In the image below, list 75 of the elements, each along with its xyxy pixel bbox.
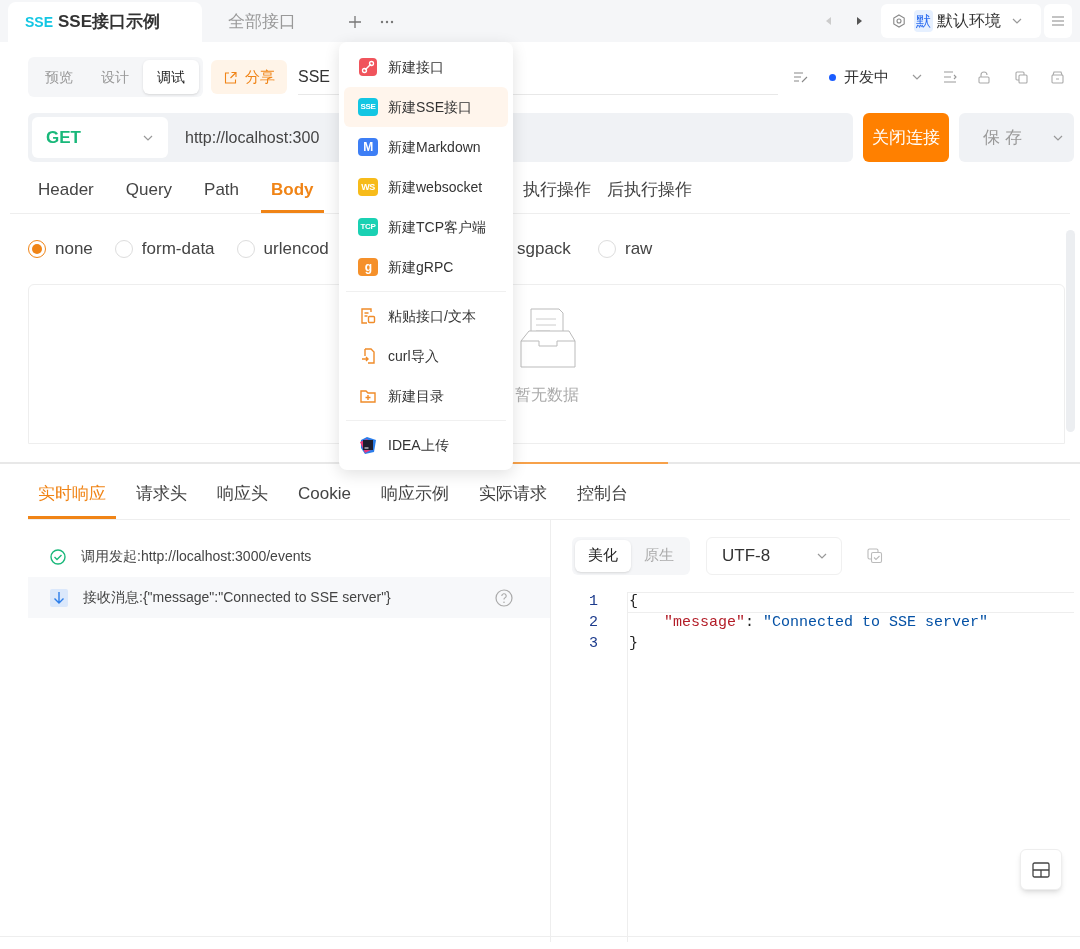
empty-state-text: 暂无数据 (514, 385, 579, 405)
badge-icon: g (358, 258, 378, 276)
line-number: 1 (588, 592, 598, 613)
clipboard-icon (359, 307, 377, 325)
badge-icon: M (358, 138, 378, 156)
copy-icon[interactable] (867, 547, 883, 564)
menu-icon (1052, 16, 1064, 26)
body-type-radio[interactable]: none (28, 236, 93, 262)
tab-title: 全部接口 (228, 11, 296, 34)
environment-badge: 默 (914, 9, 933, 33)
body-type-option[interactable]: sgpack (517, 236, 571, 262)
environment-name: 默认环境 (937, 11, 1001, 31)
sse-label: SSE (25, 12, 53, 32)
code-line: } (629, 634, 638, 655)
menu-item[interactable]: M 新建Markdown (344, 127, 508, 167)
right-arrow-icon[interactable] (855, 16, 863, 26)
menu-item[interactable]: WS 新建websocket (344, 167, 508, 207)
code-line: "message": "Connected to SSE server" (663, 613, 989, 634)
menu-item[interactable]: g 新建gRPC (344, 247, 508, 287)
status-dot-icon (829, 73, 836, 81)
response-tab[interactable]: 实际请求 (468, 468, 557, 519)
menu-item[interactable]: SSE 新建SSE接口 (344, 87, 508, 127)
edit-icon[interactable] (793, 71, 809, 83)
environment-select[interactable]: 默 默认环境 (881, 4, 1041, 38)
lock-icon[interactable] (978, 70, 990, 84)
layout-button[interactable] (1020, 849, 1062, 890)
request-tab[interactable]: Path (204, 166, 240, 213)
response-tab[interactable]: 响应头 (207, 468, 278, 519)
indent-icon[interactable] (943, 71, 957, 83)
badge-icon: WS (358, 178, 378, 196)
badge-icon: TCP (358, 218, 378, 236)
empty-inbox-icon (518, 307, 577, 369)
mode-tab[interactable]: 调试 (143, 60, 199, 94)
log-entry[interactable]: 接收消息:{"message":"Connected to SSE server"} (28, 577, 550, 618)
left-arrow-icon[interactable] (825, 16, 833, 26)
body-type-radio[interactable]: form-data (114, 236, 215, 262)
line-number: 2 (588, 613, 598, 634)
file-tab[interactable]: SSE SSE接口示例 (8, 2, 202, 42)
help-icon (495, 588, 513, 607)
body-type-radio[interactable]: raw (598, 236, 653, 262)
status-select[interactable]: 开发中 (829, 65, 923, 89)
tab-title: SSE接口示例 (58, 11, 161, 34)
menu-item[interactable]: TCP 新建TCP客户端 (344, 207, 508, 247)
layout-icon (1032, 861, 1050, 878)
settings-icon (892, 14, 906, 28)
menu-item[interactable]: IDEA上传 (344, 425, 508, 465)
body-type-radio[interactable]: urlencod (236, 236, 329, 262)
menu-item[interactable]: 新建目录 (344, 376, 508, 416)
ide-logo-icon (359, 436, 377, 454)
request-tab[interactable]: Query (125, 166, 173, 213)
log-entry[interactable]: 调用发起:http://localhost:3000/events (28, 536, 550, 577)
response-tab[interactable]: 请求头 (126, 468, 197, 519)
down-arrow-icon (50, 588, 68, 607)
request-tab[interactable]: 后执行操作 (607, 166, 692, 214)
check-circle-icon (50, 548, 66, 565)
response-tab[interactable]: Cookie (288, 468, 361, 519)
menu-item[interactable]: 粘贴接口/文本 (344, 296, 508, 336)
response-tab[interactable]: 控制台 (566, 468, 638, 519)
code-line: { (629, 592, 638, 613)
file-import-icon (359, 347, 377, 365)
encoding-select[interactable]: UTF-8 (706, 536, 842, 575)
menu-item[interactable]: curl导入 (344, 336, 508, 376)
share-icon (223, 70, 237, 84)
menu-button[interactable] (1044, 4, 1072, 38)
line-number: 3 (588, 634, 598, 655)
badge-icon: SSE (358, 98, 378, 116)
archive-icon[interactable] (1051, 70, 1064, 84)
url-input[interactable]: http://localhost:300 (185, 125, 320, 150)
view-tab[interactable]: 美化 (575, 539, 631, 572)
add-icon[interactable] (348, 15, 362, 29)
folder-add-icon (359, 387, 377, 405)
request-tab[interactable]: Header (38, 166, 94, 213)
copy-icon[interactable] (1015, 70, 1028, 84)
response-tab[interactable]: 响应示例 (370, 468, 459, 519)
request-tab[interactable]: 执行操作 (523, 166, 591, 214)
